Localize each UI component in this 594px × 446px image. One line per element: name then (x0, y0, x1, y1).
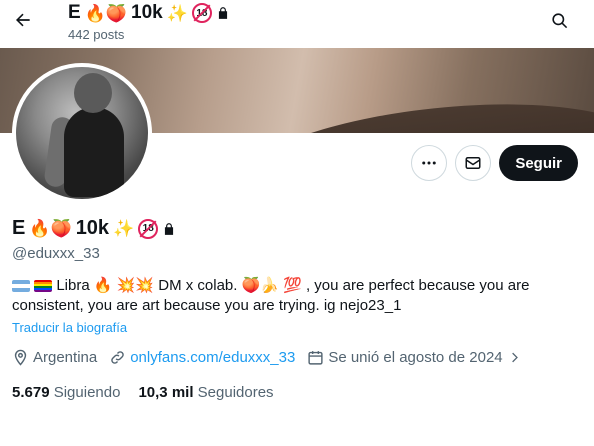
header-display-name: E 🔥🍑 10k ✨ 18 (68, 2, 230, 24)
location-pin-icon (14, 349, 27, 366)
followers-stat[interactable]: 10,3 mil Seguidores (138, 384, 273, 401)
pride-flag-icon (34, 280, 53, 293)
profile-bio: Libra 🔥 💥💥 DM x colab. 🍑🍌 💯 , you are pe… (12, 276, 582, 316)
more-icon (422, 161, 437, 165)
profile-actions: Seguir (411, 145, 578, 181)
header-followers-tag: 10k (131, 2, 163, 23)
chevron-right-icon (511, 352, 518, 363)
location-item: Argentina (12, 349, 97, 366)
profile-emojis: 🔥🍑 (29, 219, 72, 238)
followers-count: 10,3 mil (138, 384, 194, 401)
follow-button[interactable]: Seguir (499, 145, 578, 181)
posts-count: 442 posts (68, 27, 125, 42)
profile-display-name: E 🔥🍑 10k ✨ 18 (12, 217, 176, 240)
translate-bio-link[interactable]: Traducir la biografía (12, 320, 127, 335)
header-name-text: E (68, 2, 81, 23)
search-icon (551, 12, 567, 28)
location-text: Argentina (33, 349, 98, 366)
follow-stats: 5.679 Siguiendo 10,3 mil Seguidores (12, 384, 274, 401)
profile-sparkles-emoji: ✨ (113, 219, 135, 238)
following-count: 5.679 (12, 384, 50, 401)
following-label: Siguiendo (53, 384, 121, 401)
profile-age-restriction-icon: 18 (138, 218, 159, 239)
argentina-flag-icon (12, 280, 30, 293)
profile-handle: @eduxxx_33 (12, 245, 100, 262)
bio-line-1: Libra 🔥 💥💥 DM x colab. 🍑🍌 💯 , you are pe… (56, 277, 530, 294)
profile-followers-tag: 10k (75, 217, 110, 239)
sparkles-emoji: ✨ (166, 3, 188, 23)
following-stat[interactable]: 5.679 Siguiendo (12, 384, 120, 401)
bio-line-2: consistent, you are art because you are … (12, 297, 402, 314)
header-emojis: 🔥🍑 (84, 3, 128, 23)
back-button[interactable] (8, 5, 38, 35)
profile-lock-icon (165, 222, 174, 235)
website-item: onlyfans.com/eduxxx_33 (109, 349, 295, 366)
profile-avatar[interactable] (12, 63, 152, 203)
website-link[interactable]: onlyfans.com/eduxxx_33 (130, 349, 295, 366)
top-bar: E 🔥🍑 10k ✨ 18 442 posts (0, 0, 594, 48)
followers-label: Seguidores (197, 384, 274, 401)
back-arrow-icon (16, 13, 30, 27)
message-button[interactable] (455, 145, 492, 181)
mail-icon (465, 157, 481, 169)
profile-name-text: E (12, 217, 26, 239)
lock-icon (218, 7, 227, 19)
calendar-icon (308, 351, 323, 365)
joined-item[interactable]: Se unió el agosto de 2024 (307, 349, 521, 366)
profile-meta: Argentina onlyfans.com/eduxxx_33 Se unió… (12, 349, 522, 366)
banner-image-shape (224, 86, 594, 133)
link-icon (111, 351, 124, 364)
age-restriction-icon: 18 (191, 3, 212, 23)
joined-text: Se unió el agosto de 2024 (328, 349, 503, 366)
search-button[interactable] (544, 5, 574, 35)
more-button[interactable] (411, 145, 448, 181)
